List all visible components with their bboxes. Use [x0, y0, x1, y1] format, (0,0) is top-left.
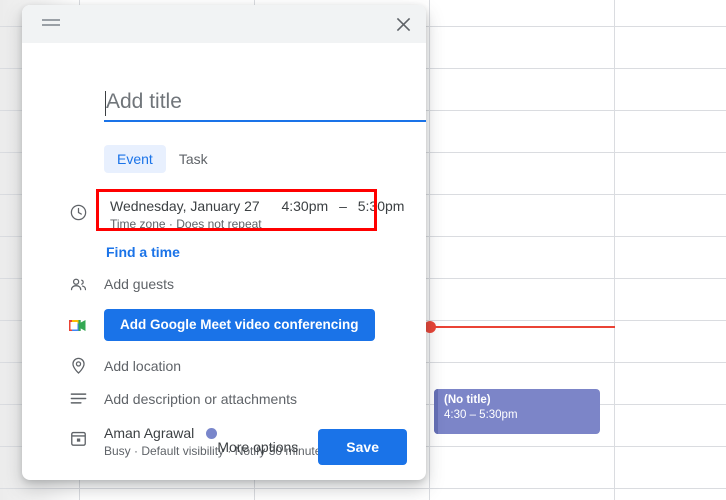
- dialog-header: [22, 5, 426, 43]
- event-chip-title: (No title): [444, 394, 491, 406]
- close-icon[interactable]: [389, 10, 417, 38]
- description-row[interactable]: Add description or attachments: [104, 389, 297, 409]
- find-a-time-link[interactable]: Find a time: [106, 243, 180, 261]
- event-date[interactable]: Wednesday, January 27: [110, 198, 260, 214]
- add-description-label[interactable]: Add description or attachments: [104, 389, 297, 409]
- title-row: [104, 90, 426, 122]
- tab-event[interactable]: Event: [104, 145, 166, 173]
- location-pin-icon: [68, 355, 88, 375]
- event-creation-dialog: Event Task Wednesday, January 27 4:30pm …: [22, 5, 426, 480]
- calendar-gridline: [0, 488, 726, 489]
- event-start-time[interactable]: 4:30pm: [281, 198, 328, 214]
- event-type-tabs: Event Task: [104, 145, 221, 173]
- save-button[interactable]: Save: [318, 429, 407, 465]
- more-options-button[interactable]: More options: [205, 431, 310, 463]
- google-meet-icon: [68, 315, 88, 335]
- calendar-column-divider: [429, 0, 430, 500]
- timezone-repeat-label[interactable]: Time zone · Does not repeat: [110, 216, 404, 233]
- time-range-dash: –: [339, 198, 347, 214]
- clock-icon: [68, 202, 88, 222]
- calendar-event-chip[interactable]: (No title) 4:30 – 5:30pm: [434, 389, 600, 434]
- add-location-label[interactable]: Add location: [104, 356, 181, 376]
- location-row[interactable]: Add location: [104, 356, 181, 376]
- add-google-meet-button[interactable]: Add Google Meet video conferencing: [104, 309, 375, 341]
- drag-handle-icon[interactable]: [42, 19, 60, 28]
- dialog-footer: More options Save: [22, 414, 426, 480]
- event-chip-time: 4:30 – 5:30pm: [444, 409, 518, 421]
- datetime-row[interactable]: Wednesday, January 27 4:30pm – 5:30pm Ti…: [104, 193, 404, 235]
- event-end-time[interactable]: 5:30pm: [358, 198, 405, 214]
- add-guests-label[interactable]: Add guests: [104, 274, 174, 294]
- calendar-column-divider: [614, 0, 615, 500]
- tab-task[interactable]: Task: [166, 145, 221, 173]
- text-caret: [105, 91, 106, 116]
- datetime-primary: Wednesday, January 27 4:30pm – 5:30pm: [110, 197, 404, 216]
- guests-row[interactable]: Add guests: [104, 274, 174, 294]
- description-icon: [68, 388, 88, 408]
- current-time-indicator: [424, 321, 615, 333]
- title-input[interactable]: [104, 90, 426, 122]
- people-icon: [68, 274, 88, 294]
